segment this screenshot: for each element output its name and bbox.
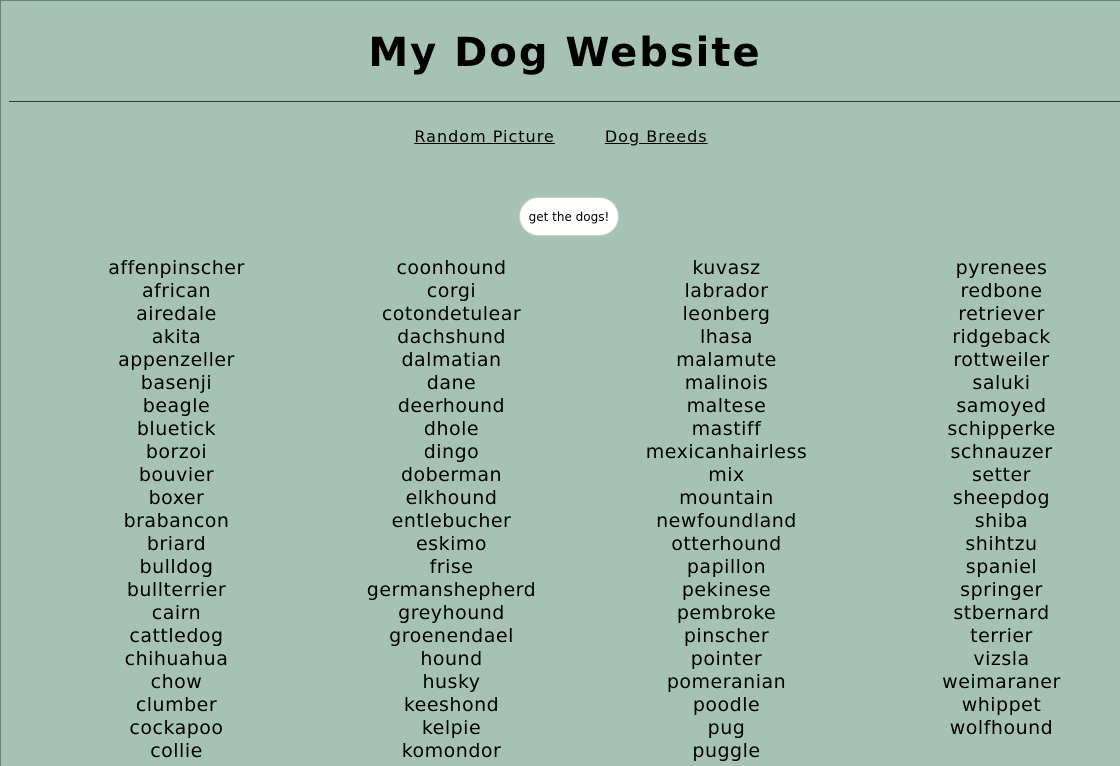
breed-item: pekinese [681,579,772,601]
site-header: My Dog Website [9,1,1120,102]
breed-item: pinscher [683,625,770,647]
breed-column-3: kuvasz labrador leonberg lhasa malamute malin… [589,257,864,763]
breed-item: cockapoo [129,717,224,739]
breed-item: shihtzu [965,533,1038,555]
breed-item: bouvier [138,464,215,486]
get-dogs-button[interactable]: get the dogs! [519,197,619,236]
breed-item: husky [422,671,481,693]
breed-item: appenzeller [118,349,235,371]
breed-item: spaniel [965,556,1038,578]
breed-item: ridgeback [952,326,1051,348]
breed-item: retriever [958,303,1045,325]
breed-item: schipperke [947,418,1056,440]
nav-link-random-picture[interactable]: Random Picture [414,127,554,146]
breed-item: hound [420,648,483,670]
breed-item: frise [429,556,474,578]
breed-item: basenji [140,372,213,394]
breed-item: corgi [426,280,477,302]
breed-item: otterhound [671,533,782,555]
breed-item: bluetick [136,418,217,440]
breed-item: briard [146,533,207,555]
breed-item: pointer [690,648,763,670]
breed-item: maltese [686,395,767,417]
breed-item: brabancon [123,510,230,532]
breed-item: wolfhound [949,717,1054,739]
breed-item: mountain [679,487,774,509]
breed-column-2: coonhound corgi cotondetulear dachshund dalm… [314,257,589,763]
breed-item: samoyed [956,395,1047,417]
breed-item: chow [150,671,203,693]
page-title: My Dog Website [368,30,762,76]
breed-item: shiba [974,510,1029,532]
breed-item: germanshepherd [366,579,537,601]
breed-item: coonhound [396,257,507,279]
breed-item: boxer [148,487,205,509]
breed-item: malinois [684,372,769,394]
breed-item: papillon [686,556,767,578]
breed-item: poodle [692,694,761,716]
nav-link-dog-breeds[interactable]: Dog Breeds [605,127,708,146]
breed-item: malamute [676,349,777,371]
breed-item: deerhound [397,395,506,417]
breed-item: setter [972,464,1031,486]
breed-item: rottweiler [953,349,1050,371]
breed-item: keeshond [403,694,500,716]
breed-item: mastiff [691,418,762,440]
breed-item: airedale [136,303,217,325]
breed-item: pug [707,717,746,739]
breed-item: pembroke [676,602,777,624]
breed-item: borzoi [145,441,208,463]
breed-item: bulldog [139,556,214,578]
breed-item: lhasa [699,326,753,348]
breed-item: kuvasz [692,257,761,279]
breed-item: elkhound [405,487,498,509]
breed-item: pyrenees [955,257,1048,279]
breed-item: springer [960,579,1043,601]
breed-item: affenpinscher [108,257,245,279]
breed-item: sheepdog [952,487,1051,509]
breed-item: cotondetulear [381,303,522,325]
breed-item: newfoundland [656,510,797,532]
breed-item: terrier [970,625,1033,647]
breed-item: beagle [142,395,211,417]
breed-item: doberman [400,464,503,486]
breed-item: kelpie [421,717,482,739]
breed-item: schnauzer [950,441,1053,463]
breed-item: mexicanhairless [645,441,808,463]
breed-item: chihuahua [124,648,229,670]
breed-item: komondor [401,740,502,762]
breed-item: dalmatian [401,349,502,371]
breed-item: whippet [961,694,1042,716]
breed-item: dingo [423,441,480,463]
breed-item: clumber [135,694,218,716]
breed-item: mix [708,464,745,486]
breed-item: cattledog [129,625,224,647]
breed-item: eskimo [415,533,487,555]
main-nav: Random Picture Dog Breeds [1,127,1120,146]
breed-item: labrador [684,280,769,302]
breed-item: entlebucher [391,510,512,532]
breed-column-4: pyrenees redbone retriever ridgeback rottwei… [864,257,1120,740]
breed-item: collie [150,740,203,762]
breed-item: dhole [423,418,480,440]
breed-item: stbernard [953,602,1050,624]
breed-item: pomeranian [666,671,787,693]
breed-item: dane [426,372,477,394]
breed-item: dachshund [397,326,506,348]
breed-item: puggle [692,740,761,762]
breed-item: bullterrier [126,579,227,601]
breed-item: african [141,280,212,302]
breed-column-1: affenpinscher african airedale akita appenze… [39,257,314,763]
breed-item: akita [151,326,202,348]
breed-item: leonberg [682,303,771,325]
breed-item: redbone [960,280,1043,302]
breed-item: saluki [972,372,1031,394]
breed-item: greyhound [398,602,505,624]
breed-item: weimaraner [942,671,1061,693]
breed-item: vizsla [973,648,1030,670]
breed-item: cairn [151,602,202,624]
breed-item: groenendael [389,625,514,647]
